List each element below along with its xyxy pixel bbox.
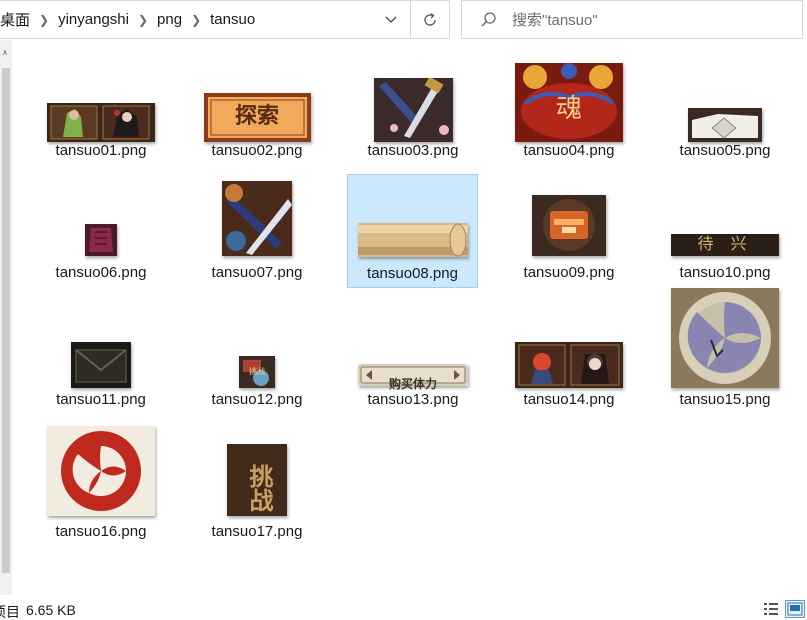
file-item-tansuo05[interactable]: tansuo05.png bbox=[660, 58, 790, 170]
file-name: tansuo12.png bbox=[211, 391, 303, 408]
details-view-button[interactable] bbox=[761, 600, 781, 618]
search-input[interactable] bbox=[512, 9, 792, 31]
file-item-tansuo15[interactable]: tansuo15.png bbox=[660, 288, 790, 412]
file-name: tansuo10.png bbox=[679, 264, 771, 281]
details-view-icon bbox=[764, 603, 778, 615]
chevron-right-icon[interactable]: ❯ bbox=[186, 13, 206, 27]
file-name: tansuo13.png bbox=[367, 391, 459, 408]
thumbnail-image bbox=[85, 224, 117, 256]
file-name: tansuo06.png bbox=[55, 264, 147, 281]
file-name: tansuo08.png bbox=[367, 265, 458, 282]
file-item-tansuo01[interactable]: tansuo01.png bbox=[36, 58, 166, 170]
file-item-tansuo14[interactable]: tansuo14.png bbox=[504, 300, 634, 412]
thumbnail-image bbox=[47, 426, 155, 516]
file-name: tansuo09.png bbox=[523, 264, 615, 281]
thumbnail-image bbox=[671, 288, 779, 388]
file-item-tansuo16[interactable]: tansuo16.png bbox=[36, 426, 166, 544]
thumbnail-text: 探索 bbox=[234, 103, 279, 129]
scrollbar-thumb[interactable] bbox=[2, 68, 10, 573]
chevron-down-icon bbox=[385, 16, 397, 23]
file-item-tansuo12[interactable]: 挑战 tansuo12.png bbox=[192, 300, 322, 412]
breadcrumb-tansuo[interactable]: tansuo bbox=[206, 11, 259, 28]
refresh-icon bbox=[424, 12, 436, 26]
file-name: tansuo04.png bbox=[523, 142, 615, 159]
file-name: tansuo03.png bbox=[367, 142, 459, 159]
chevron-right-icon[interactable]: ❯ bbox=[133, 13, 153, 27]
thumbnail-image bbox=[532, 195, 606, 256]
large-icons-view-icon bbox=[787, 602, 803, 616]
thumbnail-text: 挑战 bbox=[249, 367, 265, 376]
file-item-tansuo08[interactable]: tansuo08.png bbox=[347, 174, 478, 288]
file-name: tansuo16.png bbox=[55, 523, 147, 540]
refresh-button[interactable] bbox=[410, 1, 449, 38]
file-item-tansuo17[interactable]: 挑战 tansuo17.png bbox=[192, 432, 322, 544]
navigation-pane-scrollbar[interactable]: ∧ bbox=[0, 40, 12, 595]
file-item-tansuo03[interactable]: tansuo03.png bbox=[348, 58, 478, 170]
breadcrumb-desktop[interactable]: 桌面 bbox=[0, 9, 34, 30]
file-item-tansuo10[interactable]: 待 兴 tansuo10.png bbox=[660, 174, 790, 286]
file-item-tansuo06[interactable]: tansuo06.png bbox=[36, 174, 166, 286]
file-name: tansuo15.png bbox=[679, 391, 771, 408]
thumbnail-text: 魂 bbox=[555, 94, 582, 124]
thumbnail-image bbox=[222, 181, 292, 256]
thumbnail-image bbox=[357, 223, 468, 257]
selected-size: 6.65 KB bbox=[26, 602, 76, 618]
scroll-up-icon[interactable]: ∧ bbox=[2, 48, 8, 57]
file-item-tansuo13[interactable]: 购买体力 tansuo13.png bbox=[348, 300, 478, 412]
file-name: tansuo14.png bbox=[523, 391, 615, 408]
address-bar[interactable]: 桌面 ❯ yinyangshi ❯ png ❯ tansuo bbox=[0, 0, 450, 39]
file-item-tansuo02[interactable]: 探索 tansuo02.png bbox=[192, 58, 322, 170]
file-name: tansuo05.png bbox=[679, 142, 771, 159]
search-box[interactable] bbox=[461, 0, 803, 39]
thumbnail-image bbox=[515, 342, 623, 388]
thumbnail-image bbox=[688, 108, 762, 142]
chevron-right-icon[interactable]: ❯ bbox=[34, 13, 54, 27]
breadcrumb-yinyangshi[interactable]: yinyangshi bbox=[54, 11, 133, 28]
file-item-tansuo11[interactable]: tansuo11.png bbox=[36, 300, 166, 412]
view-switcher bbox=[761, 600, 805, 618]
file-item-tansuo09[interactable]: tansuo09.png bbox=[504, 174, 634, 286]
file-name: tansuo11.png bbox=[56, 391, 146, 408]
address-history-dropdown[interactable] bbox=[374, 1, 408, 38]
breadcrumb: 桌面 ❯ yinyangshi ❯ png ❯ tansuo bbox=[0, 1, 259, 38]
thumbnail-image bbox=[47, 103, 155, 142]
status-bar: 项目 6.65 KB bbox=[0, 598, 807, 620]
item-count-label: 项目 bbox=[0, 604, 20, 620]
file-item-tansuo04[interactable]: 魂 tansuo04.png bbox=[504, 58, 634, 170]
file-name: tansuo17.png bbox=[211, 523, 303, 540]
file-name: tansuo07.png bbox=[211, 264, 303, 281]
thumbnail-image bbox=[373, 78, 453, 142]
thumbnail-text: 挑战 bbox=[245, 464, 274, 512]
file-item-tansuo07[interactable]: tansuo07.png bbox=[192, 174, 322, 286]
breadcrumb-png[interactable]: png bbox=[153, 11, 186, 28]
search-icon bbox=[481, 12, 496, 27]
thumbnail-text: 待 兴 bbox=[697, 234, 753, 253]
file-name: tansuo02.png bbox=[211, 142, 303, 159]
large-icons-view-button[interactable] bbox=[785, 600, 805, 618]
thumbnail-image bbox=[71, 342, 131, 388]
file-name: tansuo01.png bbox=[55, 142, 147, 159]
